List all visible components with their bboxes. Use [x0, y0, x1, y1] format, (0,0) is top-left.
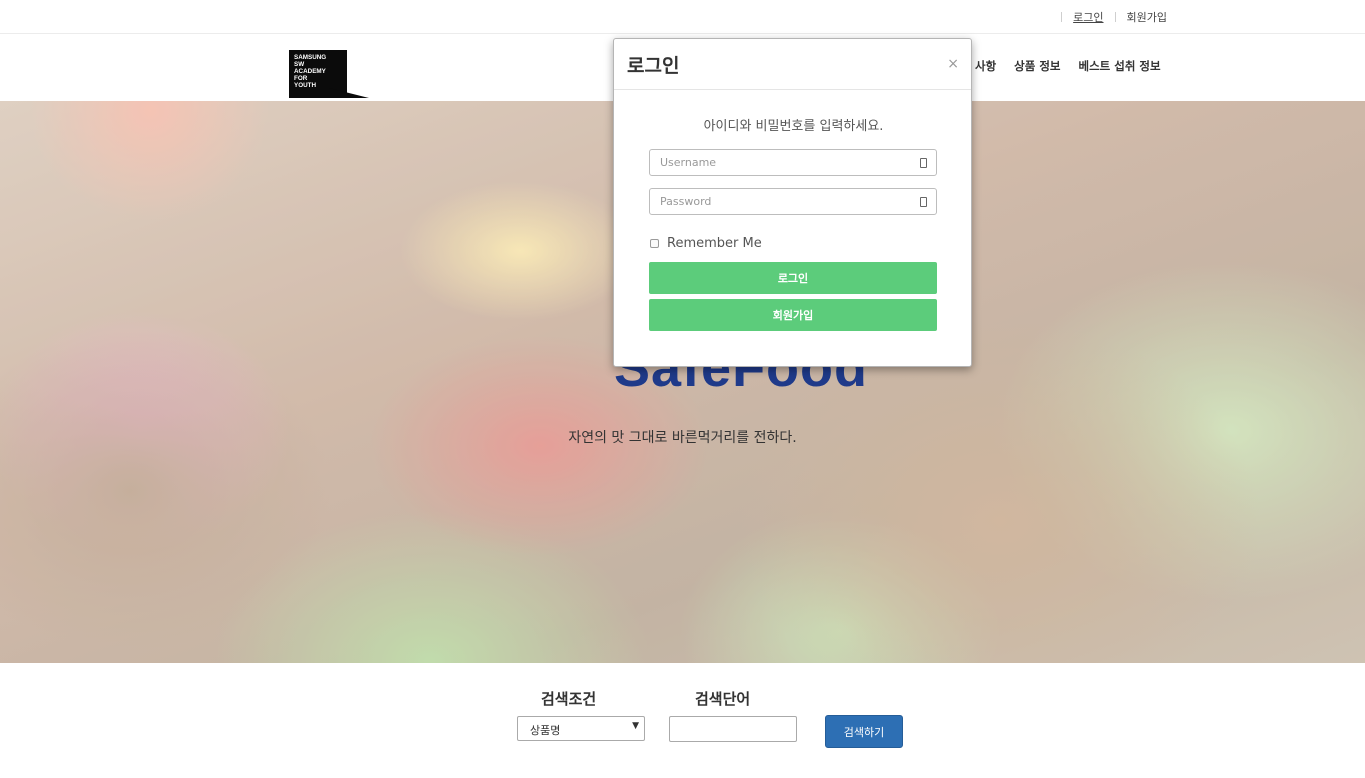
search-condition-select[interactable]: 상품명 ▼	[517, 716, 645, 741]
search-button[interactable]: 검색하기	[825, 715, 903, 748]
hero-subtitle: 자연의 맛 그대로 바른먹거리를 전하다.	[568, 430, 797, 446]
remember-me[interactable]: Remember Me	[650, 236, 762, 251]
logo-text: SAMSUNG SW ACADEMY FOR YOUTH	[294, 54, 327, 89]
main-nav: 사항 상품 정보 베스트 섭취 정보	[975, 58, 1179, 74]
password-placeholder: Password	[660, 195, 712, 208]
nav-item-best-intake[interactable]: 베스트 섭취 정보	[1079, 58, 1161, 74]
search-section: 검색조건 검색단어 상품명 ▼ 검색하기	[0, 663, 1365, 778]
close-icon[interactable]: ×	[947, 57, 959, 71]
login-modal: 로그인 × 아이디와 비밀번호를 입력하세요. Username Passwor…	[613, 38, 972, 367]
username-placeholder: Username	[660, 156, 717, 169]
remember-me-label: Remember Me	[667, 236, 762, 251]
join-button[interactable]: 회원가입	[649, 299, 937, 331]
divider	[1061, 12, 1063, 22]
account-links: 로그인 회원가입	[1050, 9, 1167, 25]
modal-title: 로그인	[627, 55, 680, 77]
search-condition-label: 검색조건	[541, 690, 597, 708]
user-icon	[920, 158, 927, 168]
remember-me-checkbox[interactable]	[650, 239, 659, 248]
search-condition-value: 상품명	[530, 724, 561, 737]
username-field[interactable]: Username	[649, 149, 937, 176]
modal-header: 로그인 ×	[614, 39, 971, 90]
login-link[interactable]: 로그인	[1073, 9, 1103, 25]
top-utility-bar: 로그인 회원가입	[0, 0, 1365, 34]
logo-tail	[329, 88, 369, 98]
lock-icon	[920, 197, 927, 207]
join-link[interactable]: 회원가입	[1127, 9, 1167, 25]
modal-message: 아이디와 비밀번호를 입력하세요.	[703, 119, 884, 134]
samsung-academy-logo[interactable]: SAMSUNG SW ACADEMY FOR YOUTH	[289, 50, 369, 98]
search-word-label: 검색단어	[695, 690, 751, 708]
login-button[interactable]: 로그인	[649, 262, 937, 294]
nav-item-notice[interactable]: 사항	[975, 58, 996, 74]
password-field[interactable]: Password	[649, 188, 937, 215]
chevron-down-icon: ▼	[632, 721, 639, 731]
search-word-input[interactable]	[669, 716, 797, 742]
nav-item-product-info[interactable]: 상품 정보	[1014, 58, 1060, 74]
divider	[1114, 12, 1116, 22]
